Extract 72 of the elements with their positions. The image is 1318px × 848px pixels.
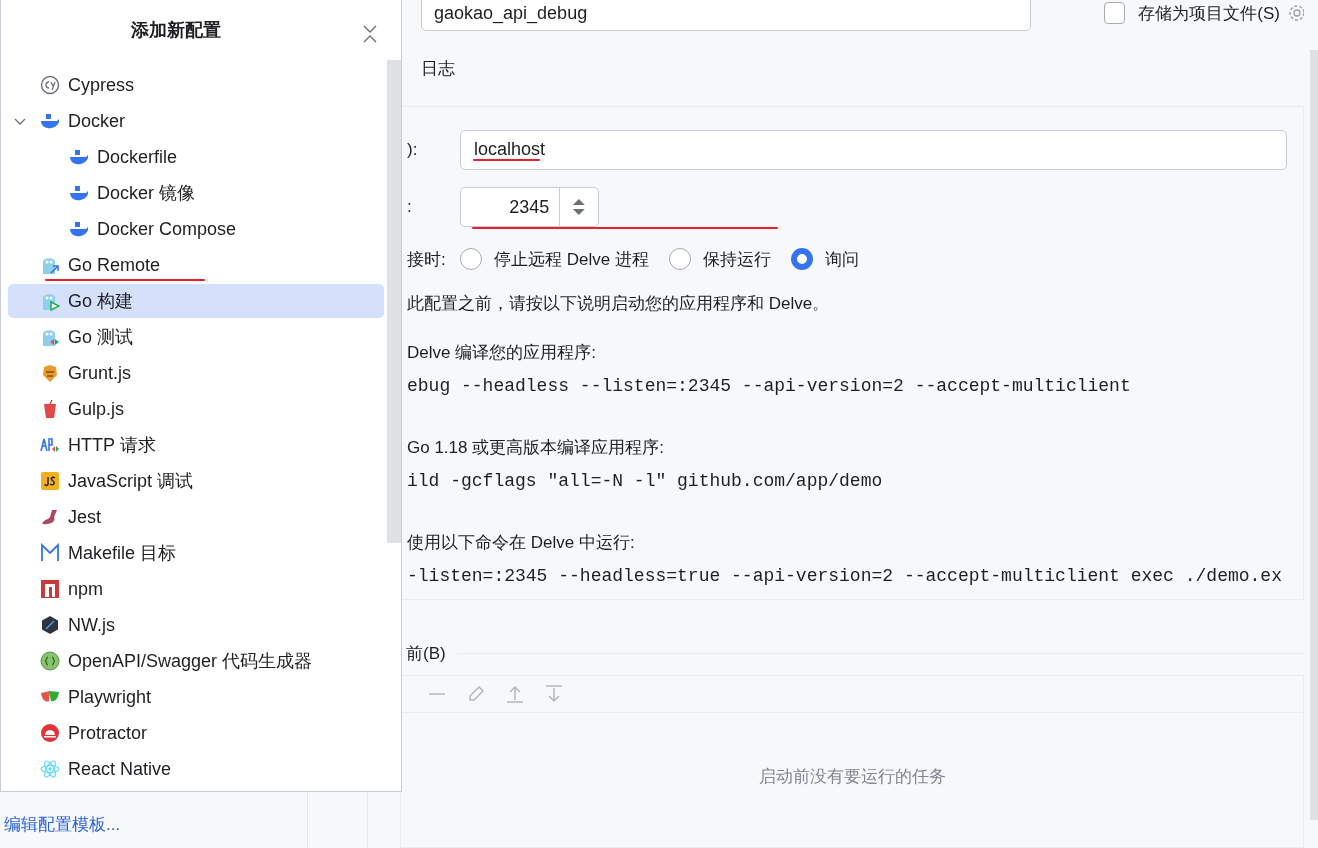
logo-icon: [40, 363, 60, 383]
list-item[interactable]: Docker 镜像: [8, 176, 384, 210]
radio-label: 停止远程 Delve 进程: [494, 248, 649, 271]
port-spinner[interactable]: 2345: [460, 186, 599, 227]
list-item[interactable]: Go Remote: [8, 248, 384, 282]
list-item[interactable]: Gulp.js: [8, 392, 384, 426]
logo-icon: [40, 615, 60, 635]
logo-icon: [40, 471, 60, 491]
list-item[interactable]: Cypress: [8, 68, 384, 102]
logo-icon: [40, 579, 60, 599]
annotation-underline: [473, 159, 540, 161]
popup-title: 添加新配置: [131, 19, 221, 42]
field-label: ):: [407, 139, 419, 160]
list-item[interactable]: Docker: [8, 104, 384, 138]
logo-icon: [40, 723, 60, 743]
list-item[interactable]: Protractor: [8, 716, 384, 750]
list-item[interactable]: React Native: [8, 752, 384, 786]
radio-button[interactable]: [668, 248, 691, 270]
whale-icon: [69, 183, 89, 203]
instruction-text: Go 1.18 或更高版本编译应用程序:: [407, 437, 665, 458]
tab[interactable]: 日志: [421, 44, 455, 92]
edit-templates-link[interactable]: 编辑配置模板...: [4, 813, 307, 836]
list-item[interactable]: NW.js: [8, 608, 384, 642]
instruction-text: 使用以下命令在 Delve 中运行:: [407, 532, 636, 553]
section-title: 前(B): [406, 643, 446, 665]
gopher-icon: [40, 255, 60, 275]
empty-message: 启动前没有要运行的任务: [758, 766, 946, 787]
list-item[interactable]: Playwright: [8, 680, 384, 714]
logo-icon: [40, 75, 60, 95]
arrow-down-icon[interactable]: [544, 684, 564, 704]
field-label: :: [407, 196, 413, 217]
list-item[interactable]: npm: [8, 572, 384, 606]
logo-icon: [40, 543, 60, 563]
list-item[interactable]: OpenAPI/Swagger 代码生成器: [8, 644, 384, 678]
scrollbar[interactable]: [1310, 50, 1318, 820]
gopher-icon: [40, 327, 60, 347]
arrow-up-icon[interactable]: [505, 684, 525, 704]
radio-button[interactable]: [790, 248, 813, 270]
command-text: ild -gcflags "all=-N -l" github.com/app/demo: [407, 471, 884, 492]
name-field[interactable]: gaokao_api_debug: [421, 0, 1031, 31]
whale-icon: [40, 111, 60, 131]
radio-label: 询问: [824, 248, 859, 271]
instruction-text: 此配置之前，请按以下说明启动您的应用程序和 Delve。: [407, 293, 831, 314]
field-label: 接时:: [407, 248, 447, 271]
radio-label: 保持运行: [702, 248, 771, 271]
checkbox[interactable]: [1103, 2, 1126, 24]
list-item[interactable]: Makefile 目标: [8, 536, 384, 570]
command-text: -listen=:2345 --headless=true --api-version=2 --accept-multiclient exec ./demo.ex: [407, 566, 1283, 587]
list-item[interactable]: Go 测试: [8, 320, 384, 354]
whale-icon: [69, 219, 89, 239]
atom-icon: [40, 759, 60, 779]
logo-icon: [40, 435, 60, 455]
list-item[interactable]: JavaScript 调试: [8, 464, 384, 498]
host-field[interactable]: localhost: [459, 129, 1287, 170]
logo-icon: [40, 507, 60, 527]
list-item[interactable]: HTTP 请求: [8, 428, 384, 462]
list-item[interactable]: Docker Compose: [8, 212, 384, 246]
gopher-icon: [40, 291, 60, 311]
scrollbar[interactable]: [387, 60, 401, 543]
radio-button[interactable]: [460, 248, 482, 270]
collapse-icon[interactable]: [362, 24, 378, 44]
instruction-text: Delve 编译您的应用程序:: [407, 342, 597, 363]
list-item[interactable]: Grunt.js: [8, 356, 384, 390]
whale-icon: [69, 147, 89, 167]
pencil-icon[interactable]: [466, 684, 486, 704]
list-item[interactable]: Jest: [8, 500, 384, 534]
list-item[interactable]: Dockerfile: [8, 140, 384, 174]
settings-icon[interactable]: [1286, 2, 1304, 24]
command-text: ebug --headless --listen=:2345 --api-version=2 --accept-multiclient: [407, 376, 1132, 397]
checkbox-label: 存储为项目文件(S): [1138, 2, 1280, 25]
logo-icon: [40, 651, 60, 671]
list-item[interactable]: Go 构建: [8, 284, 384, 318]
